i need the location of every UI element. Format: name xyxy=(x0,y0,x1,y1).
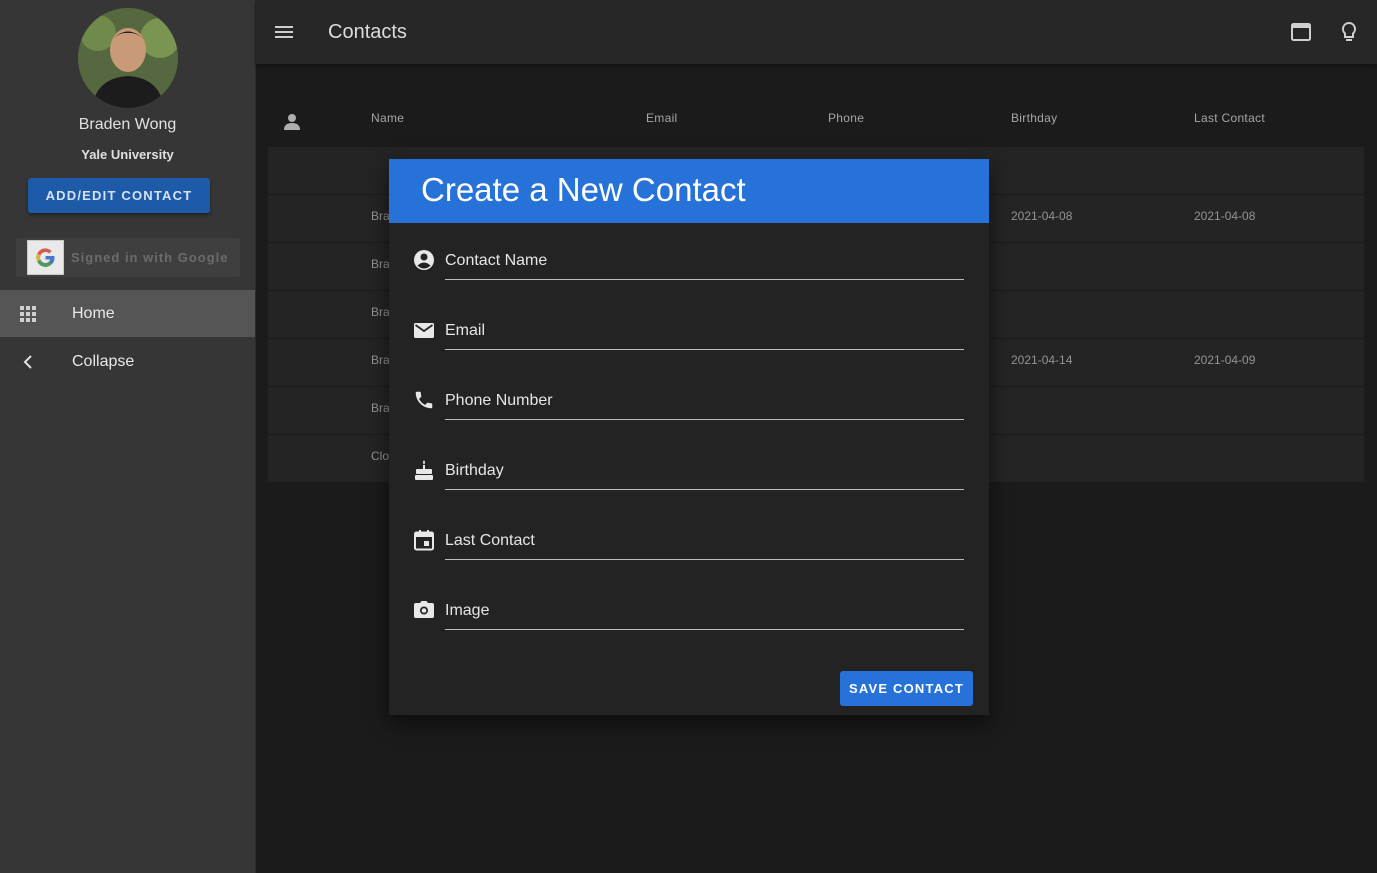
avatar xyxy=(78,8,178,108)
chevron-left-icon xyxy=(18,352,38,372)
account-circle-icon xyxy=(413,249,435,271)
google-signin-button[interactable]: Signed in with Google xyxy=(16,238,240,277)
apps-grid-icon xyxy=(18,304,38,324)
user-name: Braden Wong xyxy=(78,116,177,133)
last-contact-input[interactable] xyxy=(445,523,964,560)
phone-number-input[interactable] xyxy=(445,383,964,420)
google-signin-label: Signed in with Google xyxy=(71,250,229,265)
user-organization: Yale University xyxy=(81,147,174,162)
email-icon xyxy=(413,319,435,341)
camera-icon xyxy=(413,599,435,621)
top-app-bar: Contacts xyxy=(256,0,1377,64)
email-field xyxy=(413,313,965,361)
image-field xyxy=(413,593,965,641)
phone-field xyxy=(413,383,965,431)
window-icon[interactable] xyxy=(1289,20,1313,44)
birthday-field xyxy=(413,453,965,501)
sidebar-item-label: Collapse xyxy=(72,353,135,370)
lightbulb-icon[interactable] xyxy=(1337,20,1361,44)
sidebar: Braden Wong Yale University ADD/EDIT CON… xyxy=(0,0,256,873)
menu-icon[interactable] xyxy=(274,22,294,42)
save-contact-button[interactable]: SAVE CONTACT xyxy=(840,671,973,706)
sidebar-item-label: Home xyxy=(72,305,115,322)
cake-icon xyxy=(413,459,435,481)
email-input[interactable] xyxy=(445,313,964,350)
create-contact-dialog: Create a New Contact Contact Name Email … xyxy=(389,159,989,715)
image-input[interactable] xyxy=(445,593,964,630)
sidebar-item-home[interactable]: Home xyxy=(0,290,255,337)
contact-name-input[interactable] xyxy=(445,243,964,280)
sidebar-item-collapse[interactable]: Collapse xyxy=(0,338,255,385)
phone-icon xyxy=(413,389,435,411)
add-edit-contact-button[interactable]: ADD/EDIT CONTACT xyxy=(28,178,210,213)
page-title: Contacts xyxy=(328,21,407,43)
last-contact-field xyxy=(413,523,965,571)
dialog-header: Create a New Contact xyxy=(389,159,989,223)
dialog-title: Create a New Contact xyxy=(421,171,746,208)
contact-name-field xyxy=(413,243,965,291)
calendar-icon xyxy=(413,529,435,551)
birthday-input[interactable] xyxy=(445,453,964,490)
google-logo-icon xyxy=(27,240,64,275)
